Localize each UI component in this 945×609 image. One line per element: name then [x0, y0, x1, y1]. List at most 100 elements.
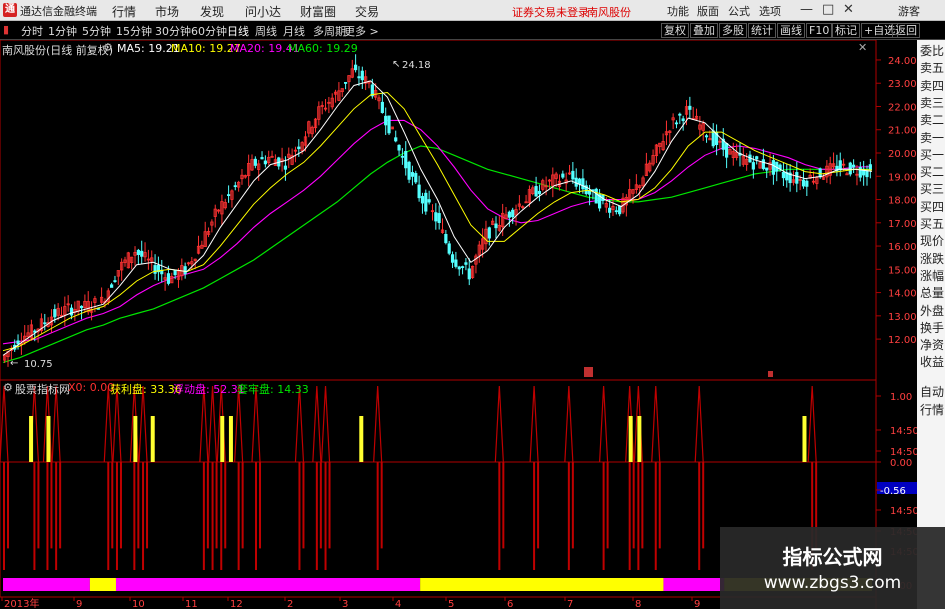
side-item[interactable]: 买五: [920, 216, 945, 232]
period-monthly[interactable]: 月线: [283, 23, 305, 39]
price-tick-label: 16.00: [888, 242, 917, 253]
side-item[interactable]: 卖三: [920, 95, 945, 111]
indicator-peak: [138, 385, 148, 463]
menu-jiaoyi[interactable]: 交易: [355, 3, 379, 20]
menu-xuanxiang[interactable]: 选项: [759, 3, 781, 19]
guest-button[interactable]: 游客: [898, 3, 920, 19]
period-60min[interactable]: 60分钟: [191, 23, 227, 39]
indicator-bar: [224, 462, 227, 549]
side-item[interactable]: 总量: [920, 285, 945, 301]
indicator-bar: [315, 462, 318, 570]
period-more[interactable]: 更多 >: [344, 23, 379, 39]
candle-body: [253, 158, 257, 166]
indicator-yellow-block: [637, 416, 642, 462]
app-logo-icon: 通: [3, 3, 17, 17]
side-item[interactable]: 卖五: [920, 60, 945, 76]
side-item[interactable]: 涨跌: [920, 251, 945, 267]
side-item[interactable]: 买二: [920, 164, 945, 180]
duogu-button[interactable]: 多股: [719, 23, 747, 38]
menu-banmian[interactable]: 版面: [697, 3, 719, 19]
side-item[interactable]: 卖四: [920, 78, 945, 94]
diejia-button[interactable]: 叠加: [690, 23, 718, 38]
chart-area[interactable]: 24.0023.0022.0021.0020.0019.0018.0017.00…: [0, 40, 917, 609]
menu-gongshi[interactable]: 公式: [728, 3, 750, 19]
menu-shichang[interactable]: 市场: [155, 3, 179, 20]
indicator-bar: [107, 462, 110, 570]
side-item[interactable]: 买四: [920, 199, 945, 215]
high-marker: ↖: [392, 59, 400, 70]
price-tick-label: 19.00: [888, 172, 917, 183]
watermark-box: 指标公式网 www.zbgs3.com: [720, 527, 945, 609]
side-item[interactable]: 卖二: [920, 112, 945, 128]
indicator-bar: [241, 462, 244, 549]
candle-body: [183, 266, 187, 275]
candle-body: [410, 172, 415, 177]
watermark-line2: www.zbgs3.com: [763, 573, 902, 593]
float-label: 浮动盘: 52.31: [173, 383, 245, 396]
menu-gongneng[interactable]: 功能: [667, 3, 689, 19]
main-pane-border: [0, 40, 877, 381]
side-item[interactable]: 卖一: [920, 130, 945, 146]
period-fenshi[interactable]: 分时: [21, 23, 43, 39]
f10-button[interactable]: F10: [806, 23, 833, 38]
indicator-name: 股票指标网: [15, 383, 70, 396]
candle-body: [153, 265, 157, 274]
period-15min[interactable]: 15分钟: [116, 23, 152, 39]
event-marker[interactable]: [584, 367, 593, 377]
candle-body: [424, 192, 428, 212]
menu-faxian[interactable]: 发现: [200, 3, 224, 20]
candle-body: [444, 233, 448, 244]
candle-body: [818, 168, 822, 178]
indicator-peak: [312, 385, 322, 463]
period-daily[interactable]: 日线: [227, 23, 249, 39]
period-30min[interactable]: 30分钟: [155, 23, 191, 39]
indicator-peak: [294, 385, 305, 463]
indicator-peak: [251, 385, 261, 463]
indicator-gear-icon[interactable]: ⚙: [3, 381, 13, 394]
side-item[interactable]: 买一: [920, 147, 945, 163]
side-item[interactable]: 买三: [920, 181, 945, 197]
indicator-bar: [637, 462, 640, 570]
period-1min[interactable]: 1分钟: [48, 23, 77, 39]
close-icon[interactable]: ✕: [843, 2, 854, 17]
menu-caifuquan[interactable]: 财富圈: [300, 3, 336, 20]
indicator-bar: [202, 462, 205, 570]
candle-body: [33, 330, 37, 333]
maximize-icon[interactable]: □: [822, 2, 834, 17]
indicator-tick-label: 1.00: [890, 392, 912, 403]
event-marker[interactable]: [768, 371, 773, 377]
side-item[interactable]: 外盘: [920, 303, 945, 319]
side-item[interactable]: 涨幅: [920, 268, 945, 284]
period-multi[interactable]: 多周期: [313, 23, 346, 39]
candle-body: [417, 184, 421, 199]
side-item[interactable]: 行情: [920, 402, 945, 418]
candle-body: [437, 213, 441, 224]
menu-hangqing[interactable]: 行情: [112, 3, 136, 20]
back-button[interactable]: 返回: [892, 23, 920, 38]
tongji-button[interactable]: 统计: [748, 23, 776, 38]
minimize-icon[interactable]: —: [800, 2, 813, 17]
low-marker: ←: [10, 358, 18, 369]
indicator-peak: [103, 385, 113, 463]
candle-body: [674, 122, 679, 125]
login-notice[interactable]: 证券交易未登录: [512, 4, 589, 20]
huaxian-button[interactable]: 画线: [777, 23, 805, 38]
side-item[interactable]: 自动: [920, 384, 945, 400]
side-item[interactable]: 收益: [920, 354, 945, 370]
biaoji-button[interactable]: 标记: [832, 23, 860, 38]
side-item[interactable]: 净资: [920, 337, 945, 353]
price-tick-label: 22.00: [888, 102, 917, 113]
menu-wenxiaoda[interactable]: 问小达: [245, 3, 281, 20]
period-5min[interactable]: 5分钟: [82, 23, 111, 39]
price-tick-label: 12.00: [888, 335, 917, 346]
candles: [3, 54, 872, 367]
candle-body: [454, 259, 458, 267]
period-weekly[interactable]: 周线: [255, 23, 277, 39]
side-item[interactable]: 换手: [920, 320, 945, 336]
indicator-peak: [207, 385, 218, 463]
candle-body: [781, 171, 786, 179]
side-item[interactable]: 委比: [920, 43, 945, 59]
candle-body: [140, 250, 144, 257]
side-item[interactable]: 现价: [920, 233, 945, 249]
fuquan-button[interactable]: 复权: [661, 23, 689, 38]
